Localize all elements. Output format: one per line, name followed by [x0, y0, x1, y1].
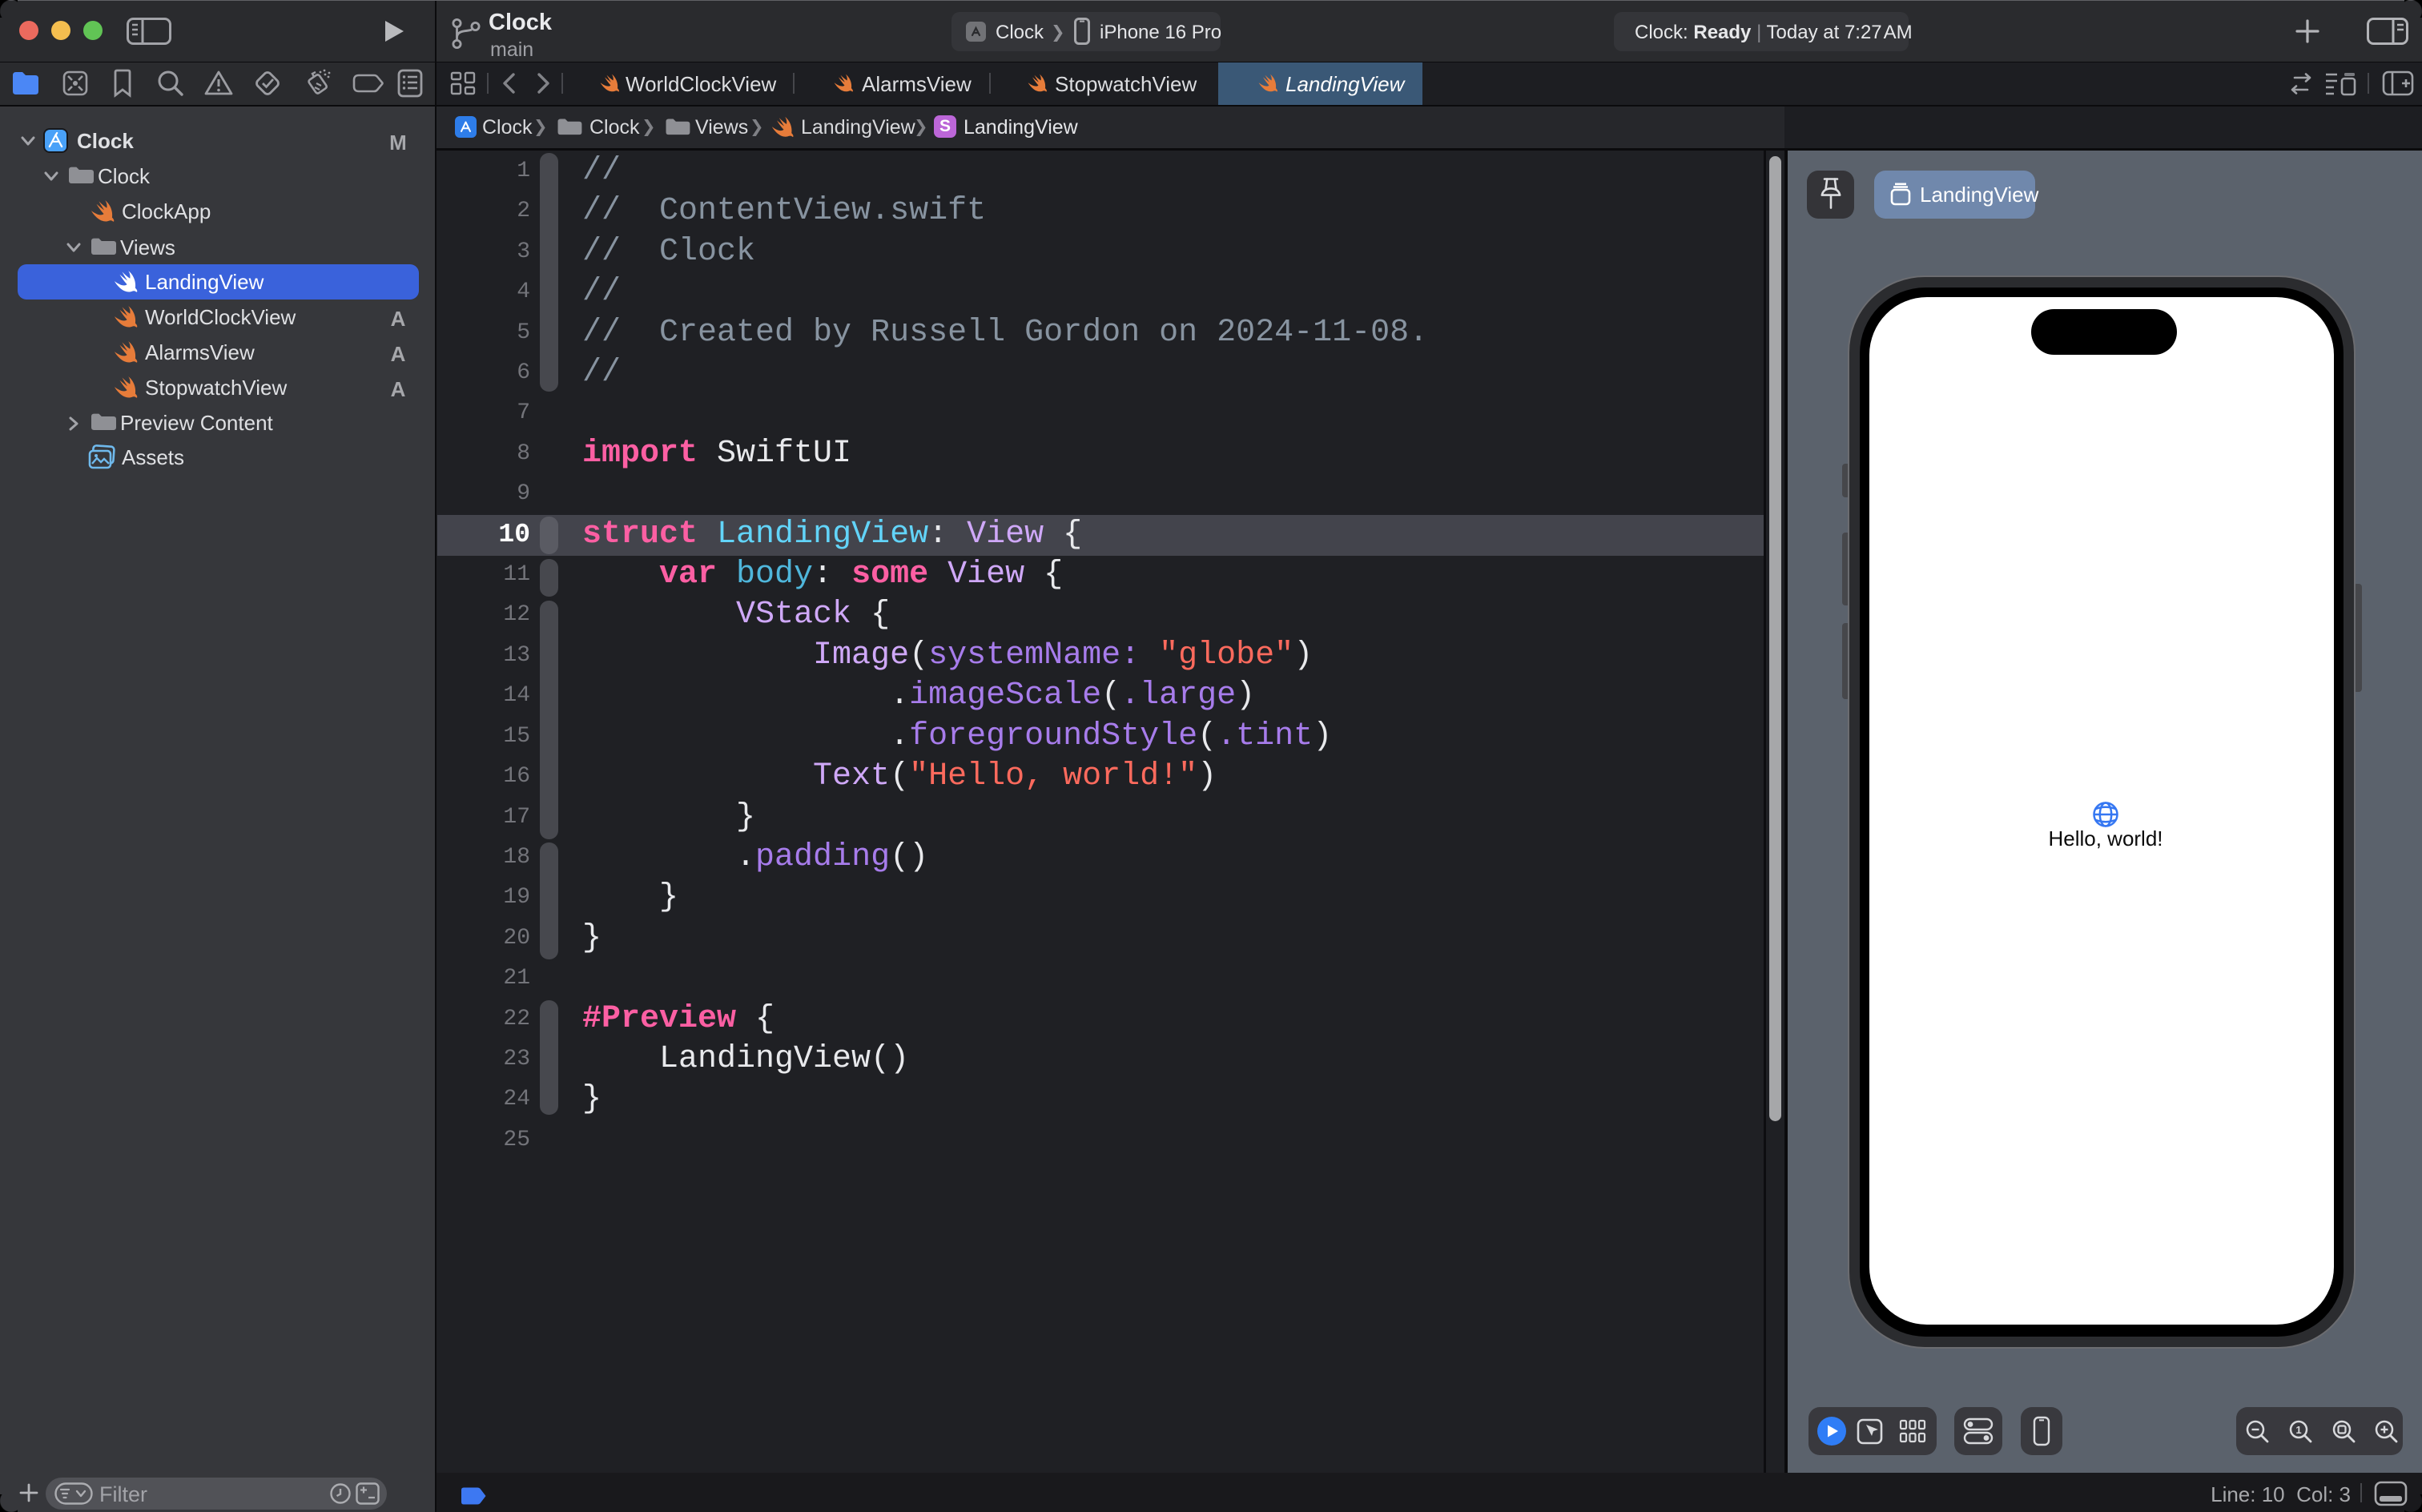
svg-text:1: 1: [2295, 1424, 2301, 1436]
